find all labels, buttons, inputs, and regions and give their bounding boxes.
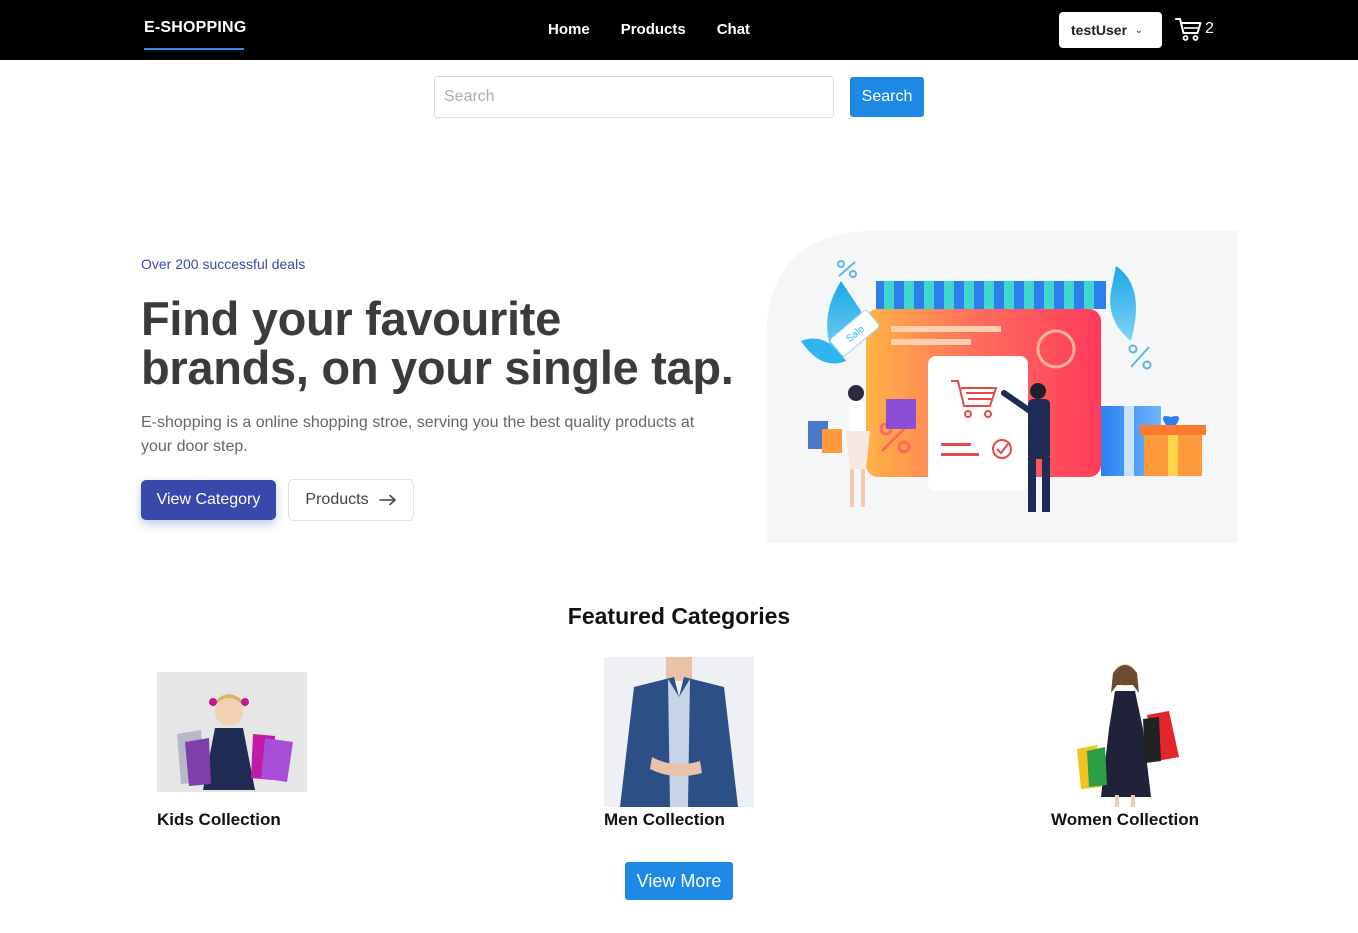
search-button[interactable]: Search bbox=[850, 77, 924, 117]
kids-collection-label[interactable]: Kids Collection bbox=[157, 810, 281, 830]
women-collection-image[interactable] bbox=[1071, 657, 1183, 807]
nav-chat[interactable]: Chat bbox=[717, 21, 750, 38]
hero-description: E-shopping is a online shopping stroe, s… bbox=[141, 414, 695, 455]
brand-underline bbox=[144, 48, 244, 50]
men-collection-label[interactable]: Men Collection bbox=[604, 810, 725, 830]
cart-count: 2 bbox=[1205, 20, 1214, 37]
view-more-button[interactable]: View More bbox=[625, 862, 733, 900]
nav-products[interactable]: Products bbox=[621, 21, 686, 38]
hero-title: Find your favourite brands, on your sing… bbox=[141, 294, 761, 392]
arrow-right-icon bbox=[378, 494, 396, 506]
user-menu-button[interactable]: testUser ⌄ bbox=[1059, 12, 1162, 48]
view-category-button[interactable]: View Category bbox=[141, 480, 276, 520]
navbar: E-SHOPPING Home Products Chat testUser ⌄… bbox=[0, 0, 1358, 60]
featured-categories-title: Featured Categories bbox=[567, 603, 791, 629]
kids-collection-image[interactable] bbox=[157, 672, 307, 792]
nav-links: Home Products Chat bbox=[548, 21, 750, 38]
cart-icon bbox=[1175, 18, 1202, 41]
products-button-label: Products bbox=[305, 491, 369, 508]
search-input[interactable] bbox=[434, 76, 834, 118]
women-collection-label[interactable]: Women Collection bbox=[1051, 810, 1199, 830]
hero-kicker: Over 200 successful deals bbox=[141, 256, 306, 272]
hero-illustration: Sale bbox=[766, 231, 1238, 543]
nav-home[interactable]: Home bbox=[548, 21, 590, 38]
brand-logo[interactable]: E-SHOPPING bbox=[144, 19, 246, 37]
chevron-down-icon: ⌄ bbox=[1135, 24, 1143, 35]
men-collection-image[interactable] bbox=[604, 657, 754, 807]
hero-title-line2: brands, on your single tap. bbox=[141, 341, 734, 394]
cart-button[interactable]: 2 bbox=[1175, 16, 1214, 42]
products-button[interactable]: Products bbox=[288, 479, 414, 521]
user-name: testUser bbox=[1071, 22, 1128, 38]
hero-title-line1: Find your favourite bbox=[141, 292, 561, 345]
